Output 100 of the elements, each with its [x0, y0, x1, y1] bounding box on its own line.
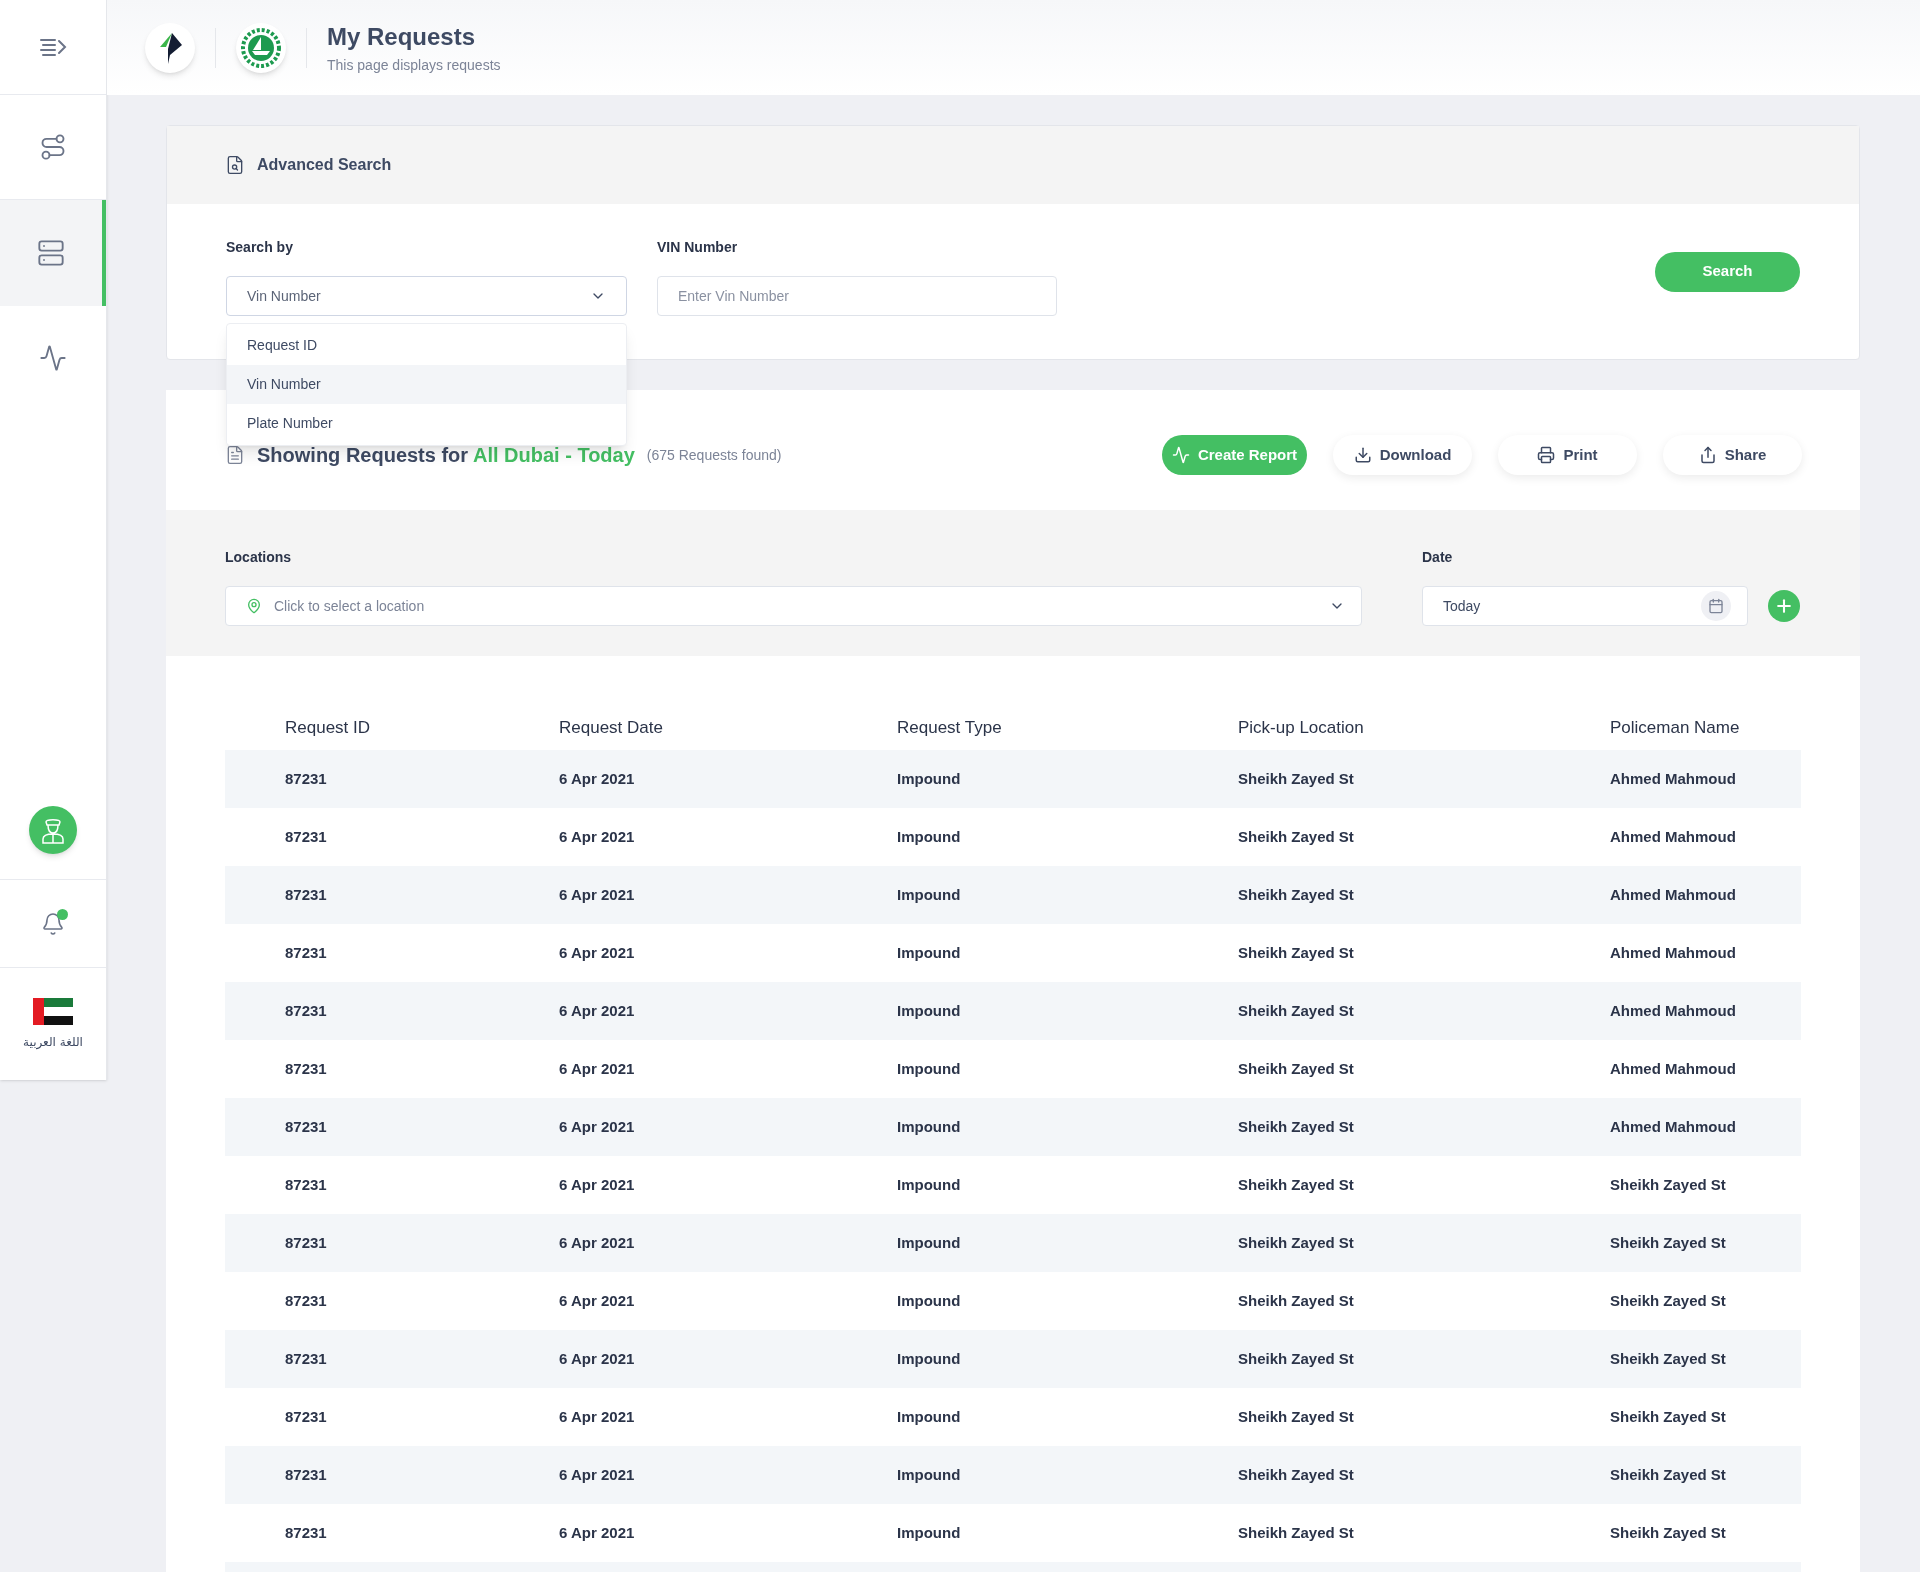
table-cell-text: 87231: [285, 826, 328, 847]
table-cell-text: 6 Apr 2021: [559, 1058, 636, 1079]
column-header: Pick-up Location: [1238, 717, 1365, 740]
column-header: Request Date: [559, 717, 664, 740]
activity-icon: [1171, 446, 1190, 464]
table-cell-text: Sheikh Zayed St: [1238, 1232, 1355, 1253]
section-title: Advanced Search: [257, 155, 392, 175]
server-icon: [37, 239, 65, 267]
field-label: VIN Number: [657, 238, 739, 257]
table-cell-text: 87231: [285, 884, 328, 905]
field-label: Date: [1422, 548, 1454, 567]
download-icon: [1353, 446, 1372, 464]
location-pin-icon: [246, 598, 262, 614]
menu-icon: [39, 37, 67, 57]
column-header: Request Type: [897, 717, 1003, 740]
table-cell-text: Impound: [897, 1464, 962, 1485]
table-cell-text: 87231: [285, 1174, 328, 1195]
table-cell-text: Impound: [897, 1290, 962, 1311]
table-cell-text: Impound: [897, 826, 962, 847]
table-cell-text: 87231: [285, 1522, 328, 1543]
table-cell-text: Impound: [897, 942, 962, 963]
table-cell-text: Sheikh Zayed St: [1238, 826, 1355, 847]
table-cell-text: 87231: [285, 1464, 328, 1485]
page-subtitle: This page displays requests: [327, 56, 501, 75]
table-cell-text: 6 Apr 2021: [559, 1290, 636, 1311]
table-cell-text: Sheikh Zayed St: [1238, 1290, 1355, 1311]
table-cell-text: Sheikh Zayed St: [1238, 1174, 1355, 1195]
route-icon: [39, 133, 67, 161]
table-cell-text: Sheikh Zayed St: [1610, 1348, 1727, 1369]
share-icon: [1698, 446, 1717, 464]
table-cell-text: Ahmed Mahmoud: [1610, 826, 1737, 847]
table-cell-text: 87231: [285, 942, 328, 963]
table-cell-text: Sheikh Zayed St: [1238, 1058, 1355, 1079]
language-link[interactable]: اللغة العربية: [23, 1032, 83, 1051]
table-cell-text: 6 Apr 2021: [559, 942, 636, 963]
table-cell-text: Ahmed Mahmoud: [1610, 1058, 1737, 1079]
action-button[interactable]: Print: [1498, 435, 1637, 475]
table-cell-text: 87231: [285, 768, 328, 789]
table-cell-text: 6 Apr 2021: [559, 1522, 636, 1543]
table-cell-text: Impound: [897, 1348, 962, 1369]
table-cell-text: 6 Apr 2021: [559, 1464, 636, 1485]
results-count: (675 Requests found): [646, 445, 782, 465]
bell-icon: [41, 911, 65, 936]
table-cell-text: Sheikh Zayed St: [1238, 1348, 1355, 1369]
table-cell-text: Ahmed Mahmoud: [1610, 942, 1737, 963]
activity-icon: [39, 344, 67, 372]
printer-icon: [1537, 446, 1556, 464]
plus-icon: [1774, 596, 1794, 616]
table-cell-text: 6 Apr 2021: [559, 1000, 636, 1021]
dropdown-option[interactable]: Vin Number: [227, 365, 626, 404]
table-cell-text: Sheikh Zayed St: [1238, 942, 1355, 963]
sidebar-item[interactable]: [0, 200, 106, 306]
table-cell-text: 87231: [285, 1116, 328, 1137]
table-cell-text: 6 Apr 2021: [559, 1232, 636, 1253]
search-list-icon: [225, 155, 245, 175]
document-icon: [225, 445, 245, 465]
table-cell-text: Sheikh Zayed St: [1610, 1464, 1727, 1485]
table-cell-text: 87231: [285, 1290, 328, 1311]
add-button[interactable]: [1768, 590, 1800, 622]
table-cell-text: Impound: [897, 1174, 962, 1195]
table-cell-text: Sheikh Zayed St: [1610, 1290, 1727, 1311]
logo: [236, 22, 286, 73]
table-cell-text: Impound: [897, 768, 962, 789]
logo: [145, 22, 195, 73]
table-cell-text: Sheikh Zayed St: [1610, 1406, 1727, 1427]
column-header: Request ID: [285, 717, 372, 740]
avatar[interactable]: [29, 805, 77, 854]
table-cell-text: 6 Apr 2021: [559, 884, 636, 905]
table-cell-text: 87231: [285, 1000, 328, 1021]
column-header: Policeman Name: [1610, 717, 1741, 740]
date-field[interactable]: Today: [1422, 586, 1748, 626]
table-cell-text: 6 Apr 2021: [559, 826, 636, 847]
flag-icon: [33, 997, 73, 1025]
table-cell-text: Sheikh Zayed St: [1238, 884, 1355, 905]
field-label: Locations: [225, 548, 293, 567]
table-cell-text: Sheikh Zayed St: [1238, 1406, 1355, 1427]
table-cell-text: Impound: [897, 1232, 962, 1253]
table-cell-text: 6 Apr 2021: [559, 768, 636, 789]
table-cell-text: Ahmed Mahmoud: [1610, 1000, 1737, 1021]
table-cell-text: Sheikh Zayed St: [1610, 1232, 1727, 1253]
vin-input[interactable]: Enter Vin Number: [657, 276, 1057, 316]
action-button[interactable]: Share: [1663, 435, 1802, 475]
results-heading: Showing Requests for All Dubai - Today: [257, 443, 635, 468]
table-cell-text: Impound: [897, 1000, 962, 1021]
search-by-select[interactable]: Vin Number: [226, 276, 627, 316]
table-cell-text: Impound: [897, 1522, 962, 1543]
dropdown-option[interactable]: Plate Number: [227, 404, 626, 443]
table-cell-text: 87231: [285, 1406, 328, 1427]
action-button[interactable]: Download: [1333, 435, 1472, 475]
table-cell-text: Sheikh Zayed St: [1238, 1000, 1355, 1021]
table-cell-text: 6 Apr 2021: [559, 1174, 636, 1195]
dropdown-option[interactable]: Request ID: [227, 326, 626, 365]
table-cell-text: 6 Apr 2021: [559, 1348, 636, 1369]
calendar-icon: [1701, 591, 1731, 621]
table-cell-text: Sheikh Zayed St: [1610, 1174, 1727, 1195]
table-cell-text: 87231: [285, 1058, 328, 1079]
table-cell-text: Impound: [897, 884, 962, 905]
table-cell-text: Ahmed Mahmoud: [1610, 768, 1737, 789]
location-select[interactable]: Click to select a location: [225, 586, 1362, 626]
table-cell-text: 87231: [285, 1232, 328, 1253]
